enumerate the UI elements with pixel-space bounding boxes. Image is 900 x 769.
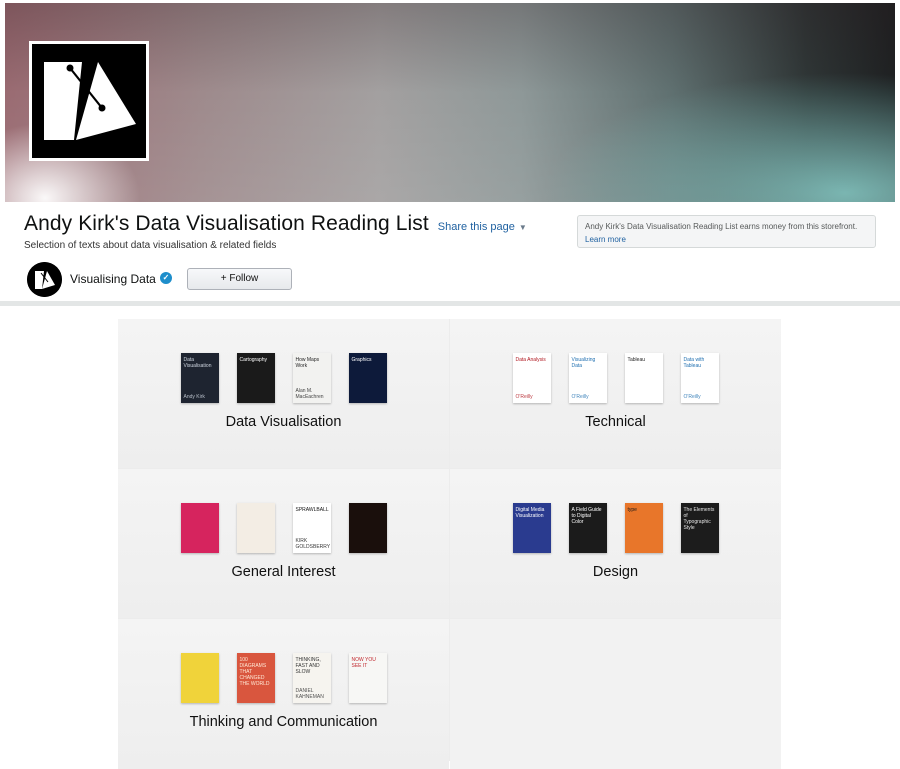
book-cover[interactable] xyxy=(180,503,219,553)
book-cover[interactable] xyxy=(180,653,219,703)
book-covers: Data Visualisation Andy Kirk Cartography Ho… xyxy=(118,353,449,403)
list-tile-data-visualisation[interactable]: Data Visualisation Andy Kirk Cartography Ho… xyxy=(118,319,449,468)
book-cover[interactable]: Data with Tableau O'Reilly xyxy=(680,353,719,403)
book-title: Data Analysis xyxy=(515,357,546,363)
book-covers: Digital Media Visualization A Field Guide… xyxy=(450,503,781,553)
book-title: The Elements of Typographic Style xyxy=(683,507,715,531)
avatar[interactable] xyxy=(27,262,62,297)
book-cover[interactable]: Visualizing Data O'Reilly xyxy=(568,353,607,403)
list-tile-technical[interactable]: Data Analysis O'Reilly Visualizing Data O'R… xyxy=(450,319,781,468)
book-cover[interactable]: Graphics xyxy=(348,353,387,403)
book-covers: 100 DIAGRAMS THAT CHANGED THE WORLD THINK… xyxy=(118,653,449,703)
book-cover[interactable]: The Elements of Typographic Style xyxy=(680,503,719,553)
earnings-text: Andy Kirk's Data Visualisation Reading L… xyxy=(585,222,858,231)
book-title: Data Visualisation xyxy=(183,357,212,369)
lists-grid: Data Visualisation Andy Kirk Cartography Ho… xyxy=(118,319,781,769)
verified-check-icon: ✓ xyxy=(160,272,172,284)
share-page-label: Share this page xyxy=(437,221,515,233)
list-tile-design[interactable]: Digital Media Visualization A Field Guide… xyxy=(450,469,781,618)
channel-name[interactable]: Visualising Data xyxy=(70,272,156,286)
section-divider xyxy=(0,301,900,306)
list-tile-general-interest[interactable]: SPRAWLBALL KIRK GOLDSBERRY General Intere… xyxy=(118,469,449,618)
list-label: Thinking and Communication xyxy=(189,714,378,730)
book-title: Digital Media Visualization xyxy=(515,507,545,519)
book-author: O'Reilly xyxy=(515,394,533,400)
book-author: DANIEL KAHNEMAN xyxy=(295,688,324,700)
book-author: KIRK GOLDSBERRY xyxy=(295,538,331,550)
visualising-data-avatar-icon xyxy=(27,262,62,297)
storefront-banner xyxy=(5,3,895,202)
page-subtitle: Selection of texts about data visualisat… xyxy=(24,240,277,251)
list-label: General Interest xyxy=(231,564,336,580)
book-covers: Data Analysis O'Reilly Visualizing Data O'R… xyxy=(450,353,781,403)
book-title: NOW YOU SEE IT xyxy=(351,657,376,669)
learn-more-link[interactable]: Learn more xyxy=(585,235,626,244)
earnings-disclosure: Andy Kirk's Data Visualisation Reading L… xyxy=(577,215,876,248)
book-title: THINKING, FAST AND SLOW xyxy=(295,657,321,675)
book-cover[interactable]: THINKING, FAST AND SLOW DANIEL KAHNEMAN xyxy=(292,653,331,703)
book-author: Alan M. MacEachren xyxy=(295,388,324,400)
book-cover[interactable] xyxy=(236,503,275,553)
list-label: Design xyxy=(592,564,639,580)
chevron-down-icon: ▼ xyxy=(518,222,527,232)
book-title: Cartography xyxy=(239,357,268,363)
book-cover[interactable]: How Maps Work Alan M. MacEachren xyxy=(292,353,331,403)
book-title: How Maps Work xyxy=(295,357,320,369)
book-author: O'Reilly xyxy=(683,394,701,400)
list-label: Technical xyxy=(585,414,646,430)
visualising-data-logo-icon xyxy=(32,44,146,158)
book-author: Andy Kirk xyxy=(183,394,205,400)
book-cover[interactable]: NOW YOU SEE IT xyxy=(348,653,387,703)
title-row: Andy Kirk's Data Visualisation Reading L… xyxy=(24,212,527,236)
empty-tile xyxy=(450,619,781,769)
book-cover[interactable]: 100 DIAGRAMS THAT CHANGED THE WORLD xyxy=(236,653,275,703)
share-page-link[interactable]: Share this page ▼ xyxy=(438,221,527,233)
book-title: 100 DIAGRAMS THAT CHANGED THE WORLD xyxy=(239,657,270,687)
book-title: A Field Guide to Digital Color xyxy=(571,507,602,525)
list-label: Data Visualisation xyxy=(225,414,342,430)
page-title: Andy Kirk's Data Visualisation Reading L… xyxy=(24,212,429,235)
follow-button[interactable]: + Follow xyxy=(187,268,292,290)
book-title: SPRAWLBALL xyxy=(295,507,329,513)
book-cover[interactable]: Data Visualisation Andy Kirk xyxy=(180,353,219,403)
brand-logo[interactable] xyxy=(29,41,149,161)
book-cover[interactable]: Tableau xyxy=(624,353,663,403)
book-cover[interactable]: Cartography xyxy=(236,353,275,403)
book-title: Data with Tableau xyxy=(683,357,705,369)
book-author: O'Reilly xyxy=(571,394,589,400)
book-cover[interactable]: Data Analysis O'Reilly xyxy=(512,353,551,403)
book-cover[interactable]: Digital Media Visualization xyxy=(512,503,551,553)
book-cover[interactable]: type xyxy=(624,503,663,553)
book-title: Graphics xyxy=(351,357,372,363)
book-covers: SPRAWLBALL KIRK GOLDSBERRY xyxy=(118,503,449,553)
book-title: Tableau xyxy=(627,357,646,363)
list-tile-thinking-and-communication[interactable]: 100 DIAGRAMS THAT CHANGED THE WORLD THINK… xyxy=(118,619,449,769)
book-cover[interactable] xyxy=(348,503,387,553)
book-title: Visualizing Data xyxy=(571,357,596,369)
book-title: type xyxy=(627,507,637,513)
book-cover[interactable]: A Field Guide to Digital Color xyxy=(568,503,607,553)
book-cover[interactable]: SPRAWLBALL KIRK GOLDSBERRY xyxy=(292,503,331,553)
